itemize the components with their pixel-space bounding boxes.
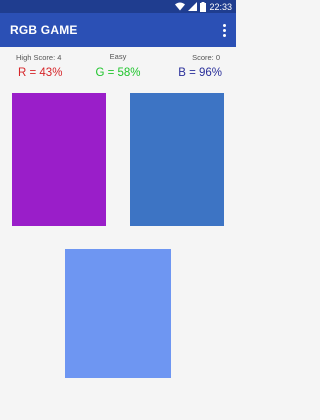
rgb-target-row: R = 43% G = 58% B = 96% <box>0 67 236 83</box>
color-option-3[interactable] <box>65 249 171 378</box>
app-title: RGB GAME <box>10 23 78 37</box>
status-bar: 22:33 <box>0 0 236 13</box>
blue-value-label: B = 96% <box>178 67 222 79</box>
battery-icon <box>200 1 207 12</box>
score-row: High Score: 4 Easy Score: 0 <box>0 52 236 65</box>
signal-icon <box>188 2 198 11</box>
wifi-icon <box>175 2 186 11</box>
app-bar: RGB GAME <box>0 13 236 47</box>
color-option-1[interactable] <box>12 93 106 226</box>
status-icons: 22:33 <box>175 1 232 12</box>
clock: 22:33 <box>209 1 232 12</box>
color-option-2[interactable] <box>130 93 224 226</box>
more-vert-icon[interactable] <box>216 21 232 39</box>
score-label: Score: 0 <box>192 53 220 62</box>
